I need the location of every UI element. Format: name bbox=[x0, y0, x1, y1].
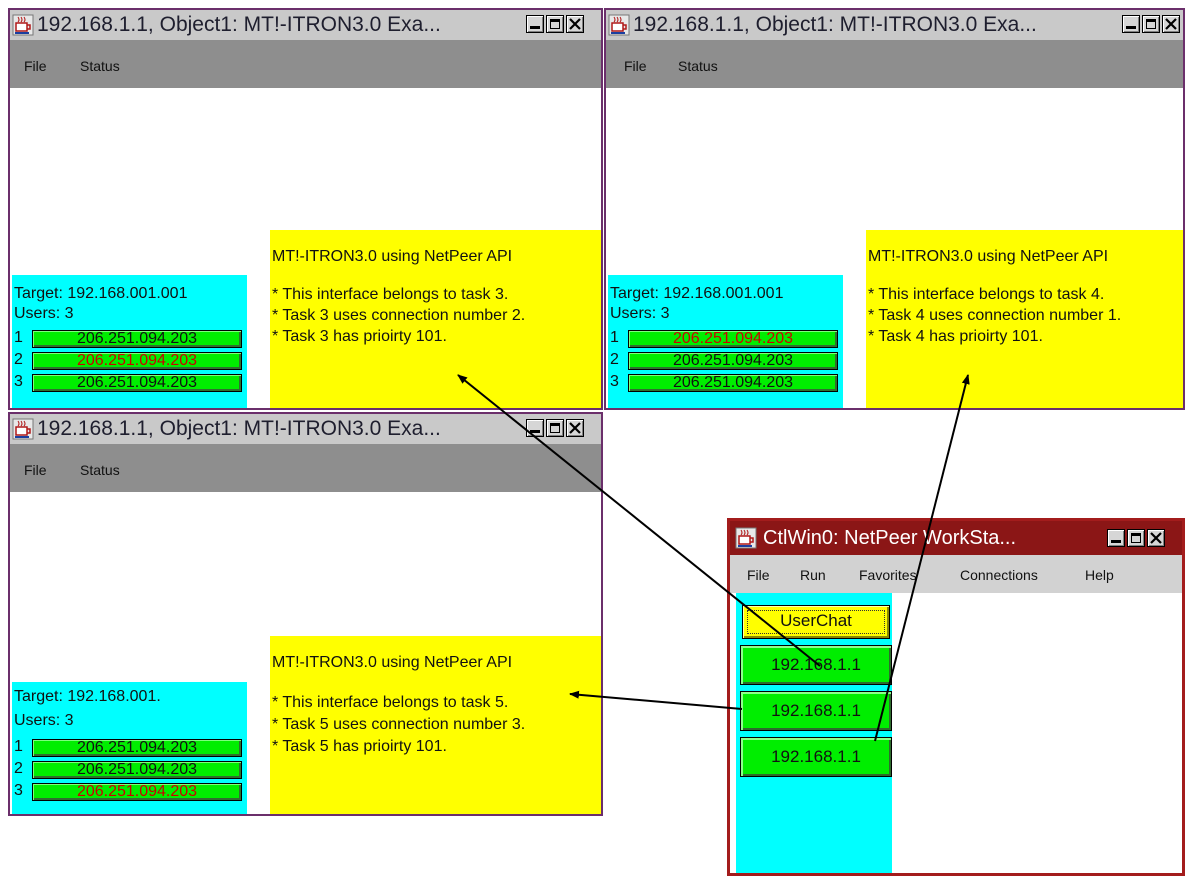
control-title-bar[interactable]: CtlWin0: NetPeer WorkSta... bbox=[730, 521, 1182, 555]
info-panel: MT!-ITRON3.0 using NetPeer API * This in… bbox=[270, 230, 601, 408]
info-title: MT!-ITRON3.0 using NetPeer API bbox=[272, 654, 513, 671]
window-controls bbox=[1122, 15, 1180, 33]
row-number: 1 bbox=[14, 329, 23, 346]
user-ip-button-highlighted[interactable]: 206.251.094.203 bbox=[628, 330, 838, 348]
row-number: 3 bbox=[610, 373, 619, 390]
menu-file[interactable]: File bbox=[747, 567, 770, 583]
row-number: 1 bbox=[14, 738, 23, 755]
connection-button-1[interactable]: 192.168.1.1 bbox=[740, 645, 892, 685]
close-icon[interactable] bbox=[566, 15, 584, 33]
info-line: * Task 5 uses connection number 3. bbox=[272, 716, 526, 733]
close-icon[interactable] bbox=[1162, 15, 1180, 33]
java-cup-icon bbox=[608, 14, 630, 36]
row-number: 2 bbox=[14, 351, 23, 368]
menu-file[interactable]: File bbox=[24, 58, 47, 74]
target-panel: Target: 192.168.001. Users: 3 1 206.251.… bbox=[12, 682, 247, 814]
user-ip-button-highlighted[interactable]: 206.251.094.203 bbox=[32, 783, 242, 801]
row-number: 3 bbox=[14, 782, 23, 799]
java-cup-icon bbox=[12, 14, 34, 36]
title-bar[interactable]: 192.168.1.1, Object1: MT!-ITRON3.0 Exa..… bbox=[10, 10, 601, 40]
close-icon[interactable] bbox=[566, 419, 584, 437]
target-label: Target: 192.168.001.001 bbox=[14, 285, 188, 302]
window-title: 192.168.1.1, Object1: MT!-ITRON3.0 Exa..… bbox=[37, 417, 441, 440]
java-cup-icon bbox=[12, 418, 34, 440]
control-window: CtlWin0: NetPeer WorkSta... File Run Fav… bbox=[727, 518, 1185, 876]
maximize-icon[interactable] bbox=[546, 419, 564, 437]
row-number: 1 bbox=[610, 329, 619, 346]
control-menu-bar: File Run Favorites Connections Help bbox=[730, 555, 1182, 593]
user-ip-button[interactable]: 206.251.094.203 bbox=[32, 374, 242, 392]
control-window-title: CtlWin0: NetPeer WorkSta... bbox=[763, 527, 1017, 549]
menu-run[interactable]: Run bbox=[800, 567, 826, 583]
minimize-icon[interactable] bbox=[1122, 15, 1140, 33]
row-number: 2 bbox=[610, 351, 619, 368]
menu-bar: File Status bbox=[10, 444, 601, 492]
target-label: Target: 192.168.001. bbox=[14, 688, 161, 705]
info-line: * Task 5 has prioirty 101. bbox=[272, 738, 447, 755]
info-line: * Task 3 uses connection number 2. bbox=[272, 307, 526, 324]
user-ip-button[interactable]: 206.251.094.203 bbox=[628, 352, 838, 370]
menu-file[interactable]: File bbox=[624, 58, 647, 74]
window-controls bbox=[526, 15, 584, 33]
object-window-1: 192.168.1.1, Object1: MT!-ITRON3.0 Exa..… bbox=[8, 8, 603, 410]
maximize-icon[interactable] bbox=[1142, 15, 1160, 33]
connection-button-2[interactable]: 192.168.1.1 bbox=[740, 691, 892, 731]
object-window-3: 192.168.1.1, Object1: MT!-ITRON3.0 Exa..… bbox=[8, 412, 603, 816]
menu-connections[interactable]: Connections bbox=[960, 567, 1038, 583]
minimize-icon[interactable] bbox=[1107, 529, 1125, 547]
users-count: Users: 3 bbox=[14, 305, 74, 322]
info-panel: MT!-ITRON3.0 using NetPeer API * This in… bbox=[270, 636, 601, 814]
window-title: 192.168.1.1, Object1: MT!-ITRON3.0 Exa..… bbox=[633, 13, 1037, 36]
info-line: * This interface belongs to task 3. bbox=[272, 286, 509, 303]
java-cup-icon bbox=[735, 527, 757, 549]
maximize-icon[interactable] bbox=[546, 15, 564, 33]
info-panel: MT!-ITRON3.0 using NetPeer API * This in… bbox=[866, 230, 1183, 408]
menu-status[interactable]: Status bbox=[80, 462, 120, 478]
menu-bar: File Status bbox=[606, 40, 1183, 88]
target-panel: Target: 192.168.001.001 Users: 3 1 206.2… bbox=[12, 275, 247, 408]
user-ip-button-highlighted[interactable]: 206.251.094.203 bbox=[32, 352, 242, 370]
row-number: 2 bbox=[14, 760, 23, 777]
users-count: Users: 3 bbox=[610, 305, 670, 322]
window-controls bbox=[1107, 529, 1165, 547]
window-controls bbox=[526, 419, 584, 437]
minimize-icon[interactable] bbox=[526, 15, 544, 33]
info-line: * Task 3 has prioirty 101. bbox=[272, 328, 447, 345]
window-title: 192.168.1.1, Object1: MT!-ITRON3.0 Exa..… bbox=[37, 13, 441, 36]
object-window-2: 192.168.1.1, Object1: MT!-ITRON3.0 Exa..… bbox=[604, 8, 1185, 410]
info-line: * This interface belongs to task 4. bbox=[868, 286, 1105, 303]
menu-status[interactable]: Status bbox=[678, 58, 718, 74]
target-panel: Target: 192.168.001.001 Users: 3 1 206.2… bbox=[608, 275, 843, 408]
info-title: MT!-ITRON3.0 using NetPeer API bbox=[272, 248, 513, 265]
menu-file[interactable]: File bbox=[24, 462, 47, 478]
connection-button-3[interactable]: 192.168.1.1 bbox=[740, 737, 892, 777]
info-line: * Task 4 uses connection number 1. bbox=[868, 307, 1122, 324]
users-count: Users: 3 bbox=[14, 712, 74, 729]
user-ip-button[interactable]: 206.251.094.203 bbox=[628, 374, 838, 392]
minimize-icon[interactable] bbox=[526, 419, 544, 437]
title-bar[interactable]: 192.168.1.1, Object1: MT!-ITRON3.0 Exa..… bbox=[10, 414, 601, 444]
info-line: * Task 4 has prioirty 101. bbox=[868, 328, 1043, 345]
target-label: Target: 192.168.001.001 bbox=[610, 285, 784, 302]
info-title: MT!-ITRON3.0 using NetPeer API bbox=[868, 248, 1109, 265]
menu-help[interactable]: Help bbox=[1085, 567, 1114, 583]
user-ip-button[interactable]: 206.251.094.203 bbox=[32, 761, 242, 779]
menu-favorites[interactable]: Favorites bbox=[859, 567, 917, 583]
info-line: * This interface belongs to task 5. bbox=[272, 694, 509, 711]
menu-bar: File Status bbox=[10, 40, 601, 88]
user-ip-button[interactable]: 206.251.094.203 bbox=[32, 330, 242, 348]
connection-side-panel: UserChat 192.168.1.1 192.168.1.1 192.168… bbox=[736, 599, 892, 873]
title-bar[interactable]: 192.168.1.1, Object1: MT!-ITRON3.0 Exa..… bbox=[606, 10, 1183, 40]
close-icon[interactable] bbox=[1147, 529, 1165, 547]
menu-status[interactable]: Status bbox=[80, 58, 120, 74]
userchat-button[interactable]: UserChat bbox=[742, 605, 890, 639]
user-ip-button[interactable]: 206.251.094.203 bbox=[32, 739, 242, 757]
row-number: 3 bbox=[14, 373, 23, 390]
maximize-icon[interactable] bbox=[1127, 529, 1145, 547]
